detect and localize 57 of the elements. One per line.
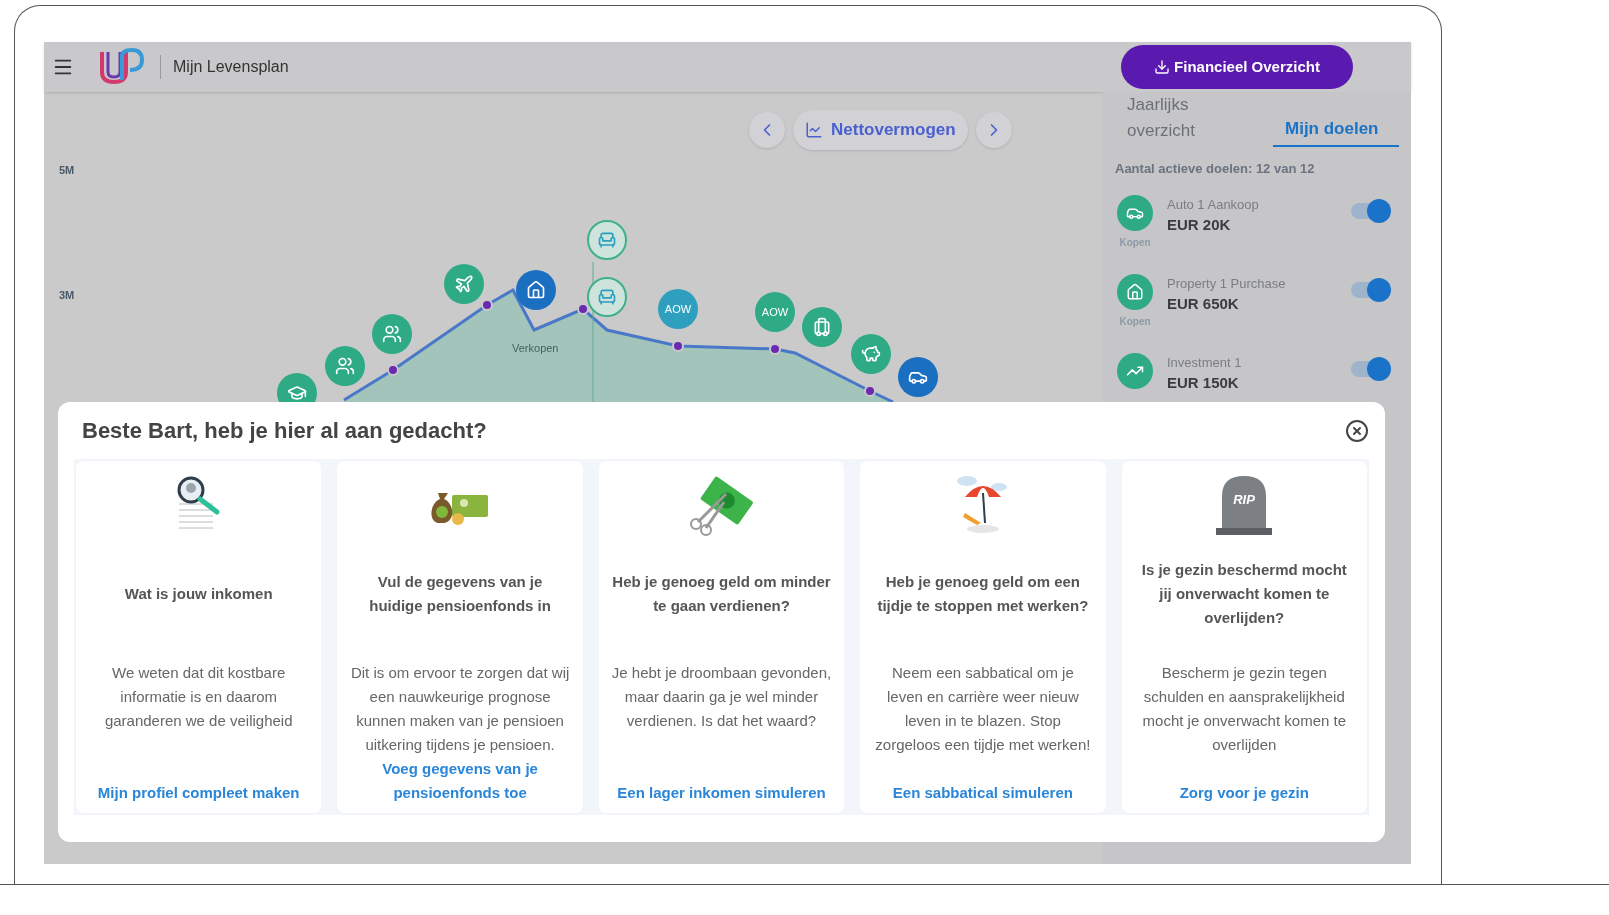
airplane-icon: [454, 274, 474, 294]
download-icon: [1154, 59, 1171, 75]
card-title: Is je gezin beschermd mocht jij onverwacht komen te overlijden?: [1140, 560, 1348, 628]
milestone-marker[interactable]: [325, 346, 365, 386]
card-text: We weten dat dit kostbare informatie is en daarom garanderen we de veiligheid: [103, 663, 294, 731]
close-icon: [1345, 418, 1369, 443]
active-goals-count: Aantal actieve doelen: 12 van 12: [1115, 160, 1316, 178]
card-title: Wat is jouw inkomen: [124, 584, 273, 604]
milestone-marker[interactable]: [898, 357, 938, 397]
family-icon: [335, 356, 355, 376]
axis-label: 3M: [59, 287, 75, 303]
goal-name: Property 1 Purchase: [1167, 274, 1287, 293]
milestone-marker[interactable]: [587, 220, 627, 260]
logo-icon: [98, 48, 144, 86]
goal-category: Kopen: [1119, 235, 1151, 250]
goal-amount: EUR 150K: [1167, 373, 1240, 393]
milestone-marker[interactable]: [802, 307, 842, 347]
dialog-title: Beste Bart, heb je hier al aan gedacht?: [82, 417, 487, 445]
card-link[interactable]: Een sabbatical simuleren: [892, 781, 1073, 805]
milestone-marker[interactable]: [444, 264, 484, 304]
milestone-marker[interactable]: [587, 277, 627, 317]
card-link[interactable]: Een lager inkomen simuleren: [617, 781, 826, 805]
family-icon: [382, 324, 402, 344]
piggy-bank-icon: [861, 344, 881, 364]
tab[interactable]: Jaarlijks overzicht: [1115, 92, 1265, 147]
goal-name: Investment 1: [1167, 353, 1243, 372]
app-title: Mijn Levensplan: [173, 57, 289, 77]
graduation-cap-icon: [287, 383, 307, 403]
card-text: Bescherm je gezin tegen schulden en aansprakelijkheid mocht je onverwacht komen te overlijden: [1141, 663, 1347, 755]
card-text: Je hebt je droombaan gevonden, maar daarin ga je wel minder verdienen. Is dat het waard?: [610, 663, 833, 731]
house-icon: [526, 280, 546, 300]
card-link[interactable]: Mijn profiel compleet maken: [97, 781, 300, 805]
financial-overview-button[interactable]: Financieel Overzicht: [1121, 45, 1353, 89]
milestone-marker[interactable]: [851, 334, 891, 374]
card-text: Dit is om ervoor te zorgen dat wij een nauwkeurige prognose kunnen maken van je pensioen uitkering tijdens je pensioen.: [349, 663, 571, 755]
milestone-marker[interactable]: [372, 314, 412, 354]
goal-category: Kopen: [1119, 314, 1151, 329]
close-button[interactable]: [1345, 418, 1369, 443]
goal-name: Auto 1 Aankoop: [1167, 195, 1260, 214]
milestone-marker[interactable]: AOW: [658, 289, 698, 329]
metric-selector[interactable]: Nettovermogen: [793, 110, 968, 150]
luggage-icon: [812, 317, 832, 337]
marker-label: Verkopen: [512, 341, 559, 356]
axis-label: 5M: [59, 163, 75, 178]
card-text: Neem een sabbatical om je leven en carrière weer nieuw leven in te blazen. Stop zorgeloos een tijdje met werken!: [874, 663, 1092, 755]
card-title: Heb je genoeg geld om minder te gaan verdienen?: [611, 572, 832, 616]
card-link[interactable]: Zorg voor je gezin: [1179, 781, 1309, 805]
milestone-marker[interactable]: AOW: [755, 292, 795, 332]
goal-amount: EUR 650K: [1167, 294, 1240, 314]
milestone-marker[interactable]: [516, 270, 556, 310]
line-chart-icon: [805, 121, 823, 139]
card-title: Heb je genoeg geld om een tijdje te stoppen met werken?: [876, 572, 1090, 616]
card-link[interactable]: Voeg gegevens van je pensioenfonds toe: [349, 757, 571, 805]
house-icon: [1126, 282, 1144, 301]
goal-amount: EUR 20K: [1167, 215, 1232, 235]
tab[interactable]: Mijn doelen: [1273, 115, 1399, 147]
card-title: Vul de gegevens van je huidige pensioenfonds in: [368, 572, 552, 616]
